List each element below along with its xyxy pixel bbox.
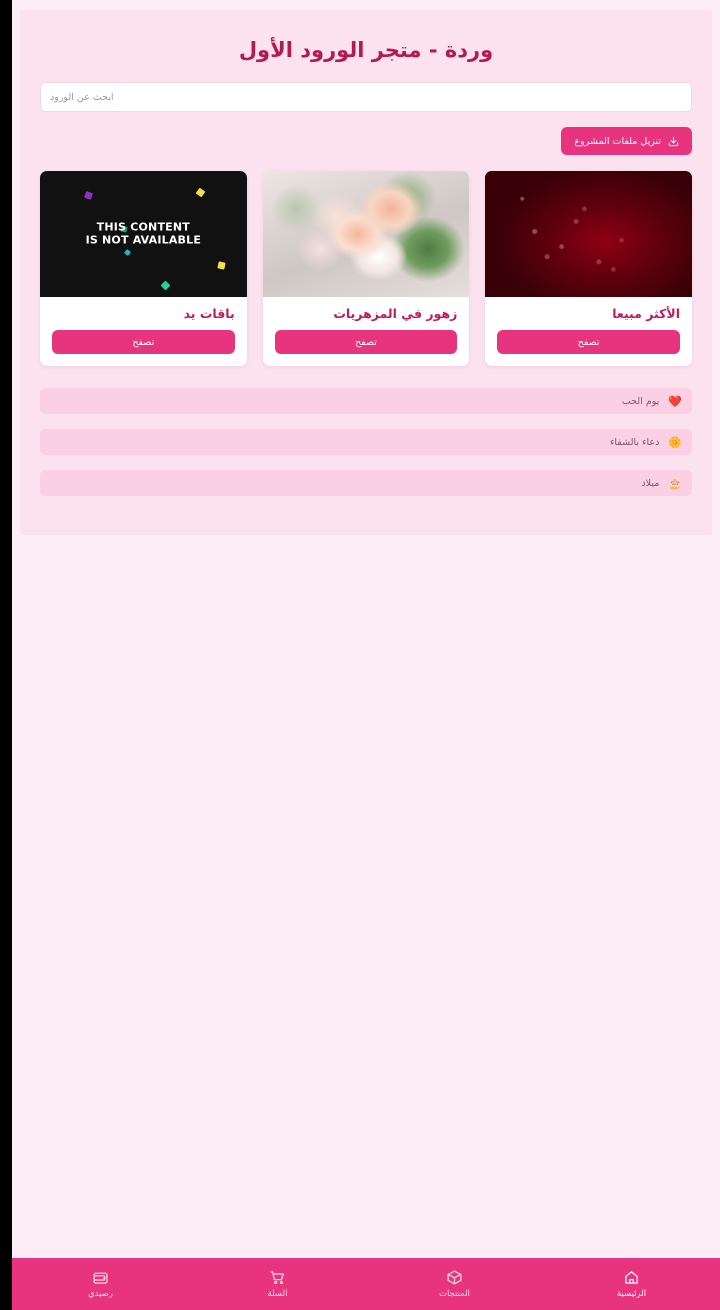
flower-icon: 🌼	[668, 435, 682, 449]
home-icon	[623, 1269, 640, 1286]
category-card-best-seller[interactable]: الأكثر مبيعا تصفح	[485, 171, 692, 366]
wallet-icon	[92, 1269, 109, 1286]
download-button-label: تنزيل ملفات المشروع	[574, 135, 661, 147]
card-body: زهور في المزهريات تصفح	[263, 297, 470, 366]
nav-label: السلة	[267, 1289, 288, 1299]
occasion-label: يوم الحب	[621, 395, 660, 407]
confetti-square-cyan	[123, 249, 131, 257]
nav-item-products[interactable]: المنتجات	[366, 1269, 543, 1299]
occasion-label: ميلاد	[641, 477, 660, 489]
cake-icon: 🎂	[668, 476, 682, 490]
phone-screen: وردة - متجر الورود الأول تنزيل ملفات الم…	[12, 0, 720, 1310]
search-input[interactable]	[40, 82, 692, 112]
browse-button[interactable]: تصفح	[274, 330, 458, 354]
card-body: الأكثر مبيعا تصفح	[485, 297, 692, 366]
card-body: باقات يد تصفح	[40, 297, 247, 366]
card-title: الأكثر مبيعا	[612, 306, 680, 321]
nav-item-home[interactable]: الرئيسية	[543, 1269, 720, 1299]
home-panel: وردة - متجر الورود الأول تنزيل ملفات الم…	[20, 10, 712, 535]
heart-icon: ❤️	[668, 394, 682, 408]
category-cards: الأكثر مبيعا تصفح زهور في المزهريات تصفح	[20, 155, 712, 366]
unavailable-message: THIS CONTENT IS NOT AVAILABLE	[40, 220, 247, 246]
confetti-square-yellow-2	[217, 261, 226, 270]
occasion-item-valentine[interactable]: ❤️ يوم الحب	[40, 388, 692, 414]
occasions-list: ❤️ يوم الحب 🌼 دعاء بالشفاء 🎂 ميلاد	[20, 366, 712, 496]
confetti-square-yellow	[195, 187, 206, 197]
card-image-red-rose	[485, 171, 692, 297]
category-card-vase-flowers[interactable]: زهور في المزهريات تصفح	[262, 171, 470, 366]
category-card-hand-bouquets[interactable]: THIS CONTENT IS NOT AVAILABLE باقات يد ت…	[39, 171, 247, 366]
occasion-label: دعاء بالشفاء	[609, 436, 660, 448]
card-image-bouquet	[262, 171, 470, 297]
download-icon	[668, 136, 679, 147]
nav-item-cart[interactable]: السلة	[189, 1269, 366, 1299]
search-section	[40, 82, 692, 112]
unavailable-line-2: IS NOT AVAILABLE	[85, 233, 202, 247]
box-icon	[446, 1269, 463, 1286]
card-title: باقات يد	[183, 306, 235, 321]
page-title: وردة - متجر الورود الأول	[238, 38, 494, 62]
cart-icon	[269, 1269, 286, 1286]
nav-label: الرئيسية	[616, 1289, 647, 1299]
confetti-square-purple	[84, 191, 94, 201]
card-title: زهور في المزهريات	[333, 306, 458, 321]
card-image-unavailable: THIS CONTENT IS NOT AVAILABLE	[39, 171, 247, 297]
nav-label: المنتجات	[438, 1289, 471, 1299]
download-project-files-button[interactable]: تنزيل ملفات المشروع	[561, 127, 692, 155]
confetti-square-mint	[160, 280, 171, 291]
unavailable-line-1: THIS CONTENT	[96, 220, 190, 234]
bottom-navigation: الرئيسية المنتجات السلة رصيدي	[12, 1258, 720, 1310]
browse-button[interactable]: تصفح	[497, 330, 680, 354]
download-section: تنزيل ملفات المشروع	[20, 127, 712, 155]
nav-item-balance[interactable]: رصيدي	[12, 1269, 189, 1299]
browse-button[interactable]: تصفح	[51, 330, 235, 354]
occasion-item-birthday[interactable]: 🎂 ميلاد	[40, 470, 692, 496]
nav-label: رصيدي	[88, 1289, 114, 1299]
occasion-item-get-well[interactable]: 🌼 دعاء بالشفاء	[40, 429, 692, 455]
